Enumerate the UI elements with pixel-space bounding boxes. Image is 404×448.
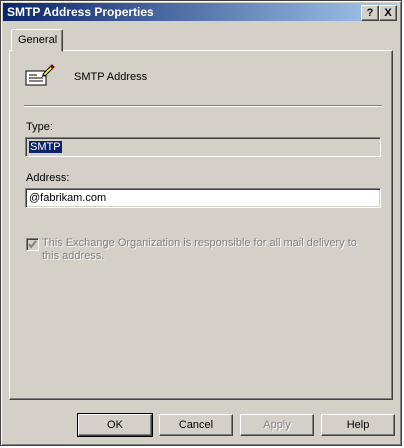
responsible-checkbox[interactable] <box>26 238 39 251</box>
apply-button[interactable]: Apply <box>240 414 314 436</box>
address-label: Address: <box>26 172 70 184</box>
tab-general-label: General <box>18 34 58 46</box>
type-value: SMTP <box>29 141 62 153</box>
responsible-checkbox-label: This Exchange Organization is responsibl… <box>42 237 357 262</box>
separator <box>24 105 382 107</box>
ok-button[interactable]: OK <box>77 413 153 437</box>
address-field[interactable]: @fabrikam.com <box>25 188 381 208</box>
general-tab-panel: SMTP Address Type: SMTP Address: @fabrik… <box>9 50 393 400</box>
tab-general[interactable]: General <box>11 29 63 52</box>
help-title-button[interactable]: ? <box>361 5 379 21</box>
type-field[interactable]: SMTP <box>25 137 381 157</box>
checkmark-icon <box>28 240 37 249</box>
type-label: Type: <box>26 121 53 133</box>
address-value: @fabrikam.com <box>29 192 107 204</box>
window-title: SMTP Address Properties <box>7 5 154 19</box>
mail-address-icon <box>24 63 56 89</box>
address-type-heading: SMTP Address <box>74 71 148 83</box>
help-button[interactable]: Help <box>321 414 395 436</box>
smtp-address-properties-dialog: SMTP Address Properties ? X General SMTP… <box>0 0 402 446</box>
cancel-button[interactable]: Cancel <box>159 414 233 436</box>
close-button[interactable]: X <box>379 5 397 21</box>
title-bar[interactable]: SMTP Address Properties ? X <box>3 3 397 21</box>
